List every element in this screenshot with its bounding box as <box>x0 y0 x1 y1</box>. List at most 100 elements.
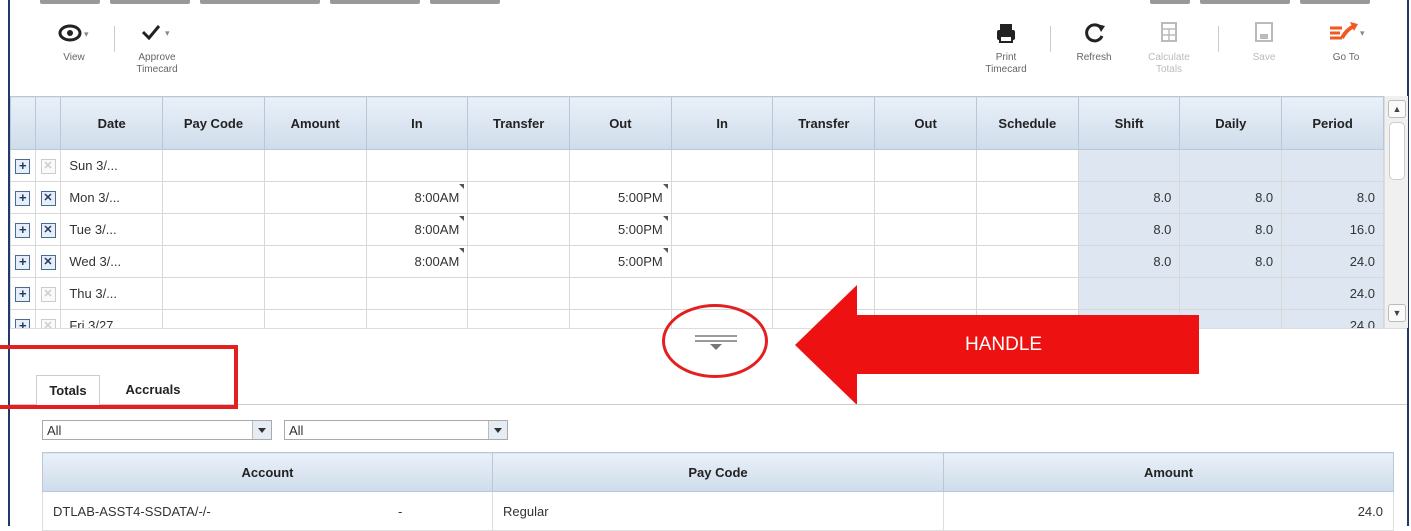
delete-icon[interactable]: ✕ <box>40 255 56 270</box>
column-header[interactable]: Transfer <box>467 96 571 150</box>
column-header[interactable]: Schedule <box>975 96 1079 150</box>
add-row-cell[interactable]: + <box>10 149 36 182</box>
transfer-cell[interactable] <box>467 245 571 278</box>
out-cell[interactable] <box>569 149 672 182</box>
date-cell[interactable]: Wed 3/... <box>60 245 164 278</box>
delete-row-cell[interactable]: ✕ <box>34 245 62 278</box>
amount-cell[interactable] <box>263 309 367 328</box>
delete-icon[interactable]: ✕ <box>40 287 56 302</box>
paycode-cell[interactable] <box>162 245 265 278</box>
column-header[interactable]: Date <box>60 96 164 150</box>
delete-row-cell[interactable]: ✕ <box>34 149 62 182</box>
add-icon[interactable]: + <box>15 158 31 174</box>
column-header[interactable]: Shift <box>1077 96 1181 150</box>
add-row-cell[interactable]: + <box>10 309 36 328</box>
go-to-button[interactable]: ▾ Go To <box>1310 16 1382 64</box>
filter-select-1[interactable]: All <box>42 420 272 440</box>
column-header[interactable]: Pay Code <box>492 452 944 492</box>
column-header[interactable]: Out <box>874 96 977 150</box>
amount-cell[interactable] <box>263 245 367 278</box>
amount-cell[interactable] <box>263 181 367 214</box>
transfer-cell[interactable] <box>467 149 571 182</box>
date-cell[interactable]: Mon 3/... <box>60 181 164 214</box>
column-header[interactable]: Daily <box>1179 96 1283 150</box>
transfer-cell[interactable] <box>772 149 876 182</box>
amount-cell[interactable] <box>263 213 367 246</box>
amount-cell[interactable] <box>263 277 367 310</box>
totals-row[interactable]: DTLAB-ASST4-SSDATA/-/- - Regular 24.0 <box>42 491 1394 531</box>
in-cell[interactable] <box>670 181 774 214</box>
print-timecard-button[interactable]: Print Timecard <box>976 16 1036 76</box>
scroll-down-icon[interactable]: ▼ <box>1388 304 1406 322</box>
in-cell[interactable] <box>670 213 774 246</box>
add-icon[interactable]: + <box>15 286 31 302</box>
paycode-cell[interactable] <box>162 181 265 214</box>
in-cell[interactable]: 8:00AM <box>365 181 469 214</box>
out-cell[interactable] <box>569 277 672 310</box>
add-icon[interactable]: + <box>15 222 31 238</box>
column-header[interactable]: Amount <box>943 452 1394 492</box>
amount-cell[interactable] <box>263 149 367 182</box>
timecard-row[interactable]: + ✕ Tue 3/... 8:00AM 5:00PM 8.0 8.0 16.0 <box>10 213 1384 246</box>
delete-icon[interactable]: ✕ <box>40 223 56 238</box>
date-cell[interactable]: Sun 3/... <box>60 149 164 182</box>
column-header[interactable]: Period <box>1281 96 1384 150</box>
delete-row-cell[interactable]: ✕ <box>34 309 62 328</box>
paycode-cell[interactable] <box>162 277 265 310</box>
filter-select-2[interactable]: All <box>284 420 508 440</box>
column-header[interactable]: In <box>670 96 774 150</box>
transfer-cell[interactable] <box>467 181 571 214</box>
in-cell[interactable] <box>670 149 774 182</box>
column-header[interactable]: Account <box>42 452 493 492</box>
paycode-cell[interactable] <box>162 309 265 328</box>
date-cell[interactable]: Fri 3/27 <box>60 309 164 328</box>
paycode-cell[interactable] <box>162 149 265 182</box>
approve-timecard-button[interactable]: ▾ Approve Timecard <box>126 16 188 76</box>
column-header[interactable]: In <box>365 96 469 150</box>
delete-icon[interactable]: ✕ <box>40 159 56 174</box>
in-cell[interactable] <box>670 245 774 278</box>
column-header[interactable]: Out <box>569 96 672 150</box>
scroll-up-icon[interactable]: ▲ <box>1388 100 1406 118</box>
in-cell[interactable] <box>365 277 469 310</box>
scroll-thumb[interactable] <box>1389 122 1405 180</box>
delete-icon[interactable]: ✕ <box>40 191 56 206</box>
chevron-down-icon[interactable] <box>488 421 507 439</box>
delete-row-cell[interactable]: ✕ <box>34 213 62 246</box>
refresh-button[interactable]: Refresh <box>1066 16 1122 64</box>
in-cell[interactable] <box>365 309 469 328</box>
in-cell[interactable] <box>365 149 469 182</box>
delete-row-cell[interactable]: ✕ <box>34 181 62 214</box>
transfer-cell[interactable] <box>772 245 876 278</box>
save-button[interactable]: Save <box>1236 16 1292 64</box>
out-cell[interactable] <box>874 181 977 214</box>
paycode-cell[interactable] <box>162 213 265 246</box>
add-icon[interactable]: + <box>15 318 31 328</box>
out-cell[interactable] <box>874 149 977 182</box>
out-cell[interactable]: 5:00PM <box>569 245 672 278</box>
add-row-cell[interactable]: + <box>10 213 36 246</box>
transfer-cell[interactable] <box>467 213 571 246</box>
timecard-row[interactable]: + ✕ Sun 3/... <box>10 149 1384 182</box>
column-header[interactable]: Pay Code <box>162 96 265 150</box>
in-cell[interactable]: 8:00AM <box>365 245 469 278</box>
date-cell[interactable]: Tue 3/... <box>60 213 164 246</box>
add-row-cell[interactable]: + <box>10 277 36 310</box>
timecard-row[interactable]: + ✕ Mon 3/... 8:00AM 5:00PM 8.0 8.0 8.0 <box>10 181 1384 214</box>
view-button[interactable]: ▾ View <box>46 16 102 64</box>
out-cell[interactable] <box>569 309 672 328</box>
out-cell[interactable] <box>874 213 977 246</box>
chevron-down-icon[interactable] <box>252 421 271 439</box>
column-header[interactable]: Amount <box>263 96 367 150</box>
transfer-cell[interactable] <box>772 181 876 214</box>
delete-row-cell[interactable]: ✕ <box>34 277 62 310</box>
out-cell[interactable] <box>874 245 977 278</box>
add-icon[interactable]: + <box>15 190 31 206</box>
add-icon[interactable]: + <box>15 254 31 270</box>
add-row-cell[interactable]: + <box>10 245 36 278</box>
column-header[interactable]: Transfer <box>772 96 876 150</box>
in-cell[interactable]: 8:00AM <box>365 213 469 246</box>
transfer-cell[interactable] <box>467 309 571 328</box>
delete-icon[interactable]: ✕ <box>40 319 56 328</box>
out-cell[interactable]: 5:00PM <box>569 213 672 246</box>
